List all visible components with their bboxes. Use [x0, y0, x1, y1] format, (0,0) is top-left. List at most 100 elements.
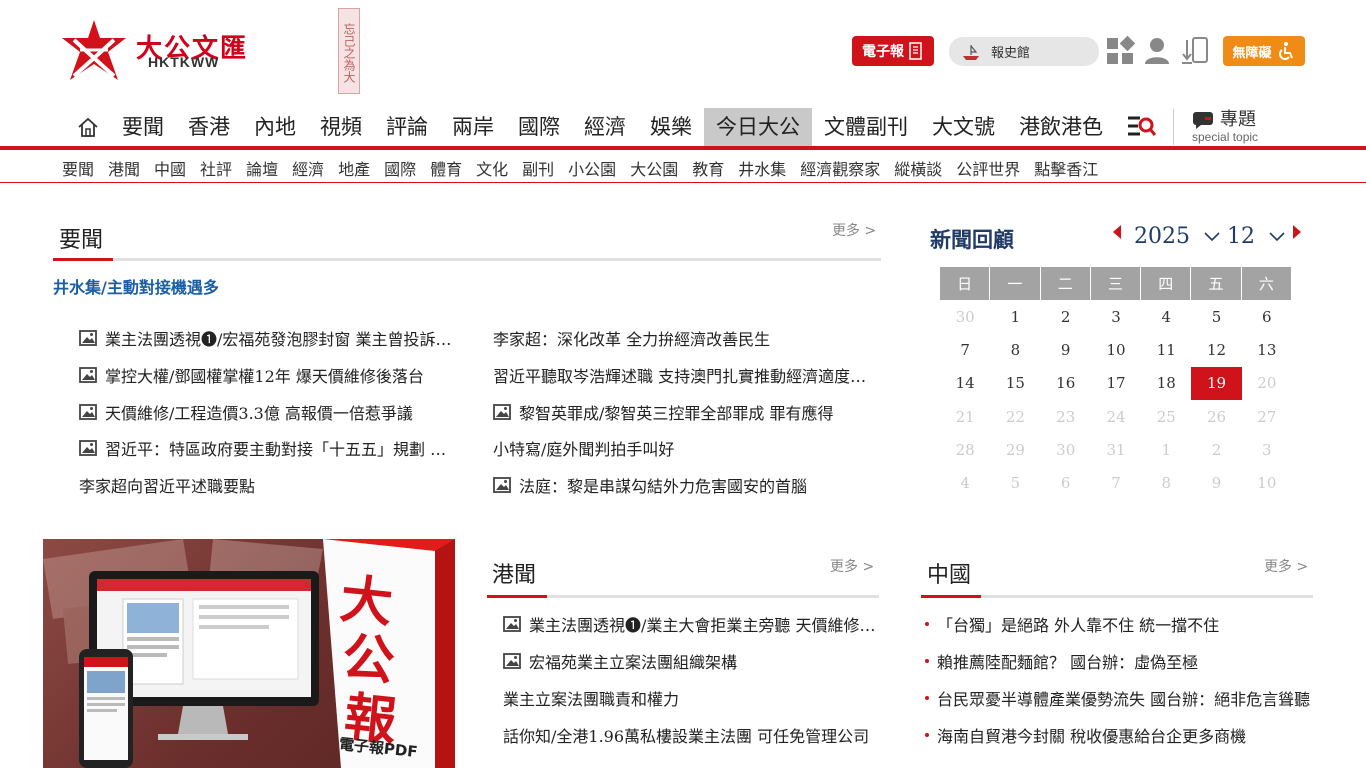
calendar-day: 23 [1056, 407, 1076, 426]
sub-nav-item[interactable]: 副刊 [522, 156, 554, 180]
calendar-year-select[interactable]: 2025 [1134, 224, 1220, 249]
main-nav-item[interactable]: 今日大公 [704, 108, 812, 146]
calendar-grid: 30 1 2 3 4 5 6 7 8 9 10 11 12 13 14 15 16 17 18 19 20 21 22 23 2… [940, 300, 1292, 500]
calendar-day[interactable]: 17 [1091, 367, 1141, 400]
sub-nav-item[interactable]: 點擊香江 [1034, 156, 1098, 180]
sub-nav-item[interactable]: 中國 [154, 156, 186, 180]
main-nav-item[interactable]: 大文號 [920, 108, 1007, 146]
calendar-day[interactable]: 6 [1242, 300, 1292, 333]
app-grid-icon[interactable] [1105, 35, 1136, 66]
news-link[interactable]: 小特寫/庭外聞判拍手叫好 [493, 436, 873, 460]
main-nav-item[interactable]: 內地 [242, 108, 308, 146]
main-nav-item[interactable]: 評論 [374, 108, 440, 146]
calendar-weekday-header: 日一二三四五六 [940, 267, 1292, 300]
calendar-day[interactable]: 16 [1041, 367, 1091, 400]
calendar-day[interactable]: 1 [990, 300, 1040, 333]
sub-nav-item[interactable]: 體育 [430, 156, 462, 180]
news-link[interactable]: 宏福苑業主立案法團組織架構 [503, 649, 877, 673]
sub-nav-item[interactable]: 地產 [338, 156, 370, 180]
news-link[interactable]: 掌控大權/鄧國權掌權12年 爆天價維修後落台 [79, 363, 454, 387]
main-nav-item[interactable]: 要聞 [110, 108, 176, 146]
accessibility-button[interactable]: 無障礙 [1223, 36, 1305, 66]
sub-nav-item[interactable]: 教育 [692, 156, 724, 180]
chevron-down-icon [1204, 231, 1220, 241]
hk-news-more-link[interactable]: 更多 > [830, 556, 874, 576]
featured-headline[interactable]: 井水集/主動對接機遇多 [53, 274, 219, 298]
main-nav-item[interactable]: 經濟 [572, 108, 638, 146]
news-link[interactable]: 習近平聽取岑浩輝述職 支持澳門扎實推動經濟適度… [493, 363, 873, 387]
calendar-day[interactable]: 10 [1091, 333, 1141, 366]
search-menu-icon[interactable] [1119, 108, 1163, 146]
sub-nav-item[interactable]: 小公園 [568, 156, 616, 180]
news-link[interactable]: 天價維修/工程造價3.3億 高報價一倍惹爭議 [79, 400, 454, 424]
home-icon[interactable] [66, 108, 110, 146]
app-download-icon[interactable] [1180, 36, 1210, 66]
main-nav-item[interactable]: 兩岸 [440, 108, 506, 146]
calendar-day: 21 [955, 407, 975, 426]
calendar-day[interactable]: 11 [1141, 333, 1191, 366]
news-link[interactable]: 習近平：特區政府要主動對接「十五五」規劃 … [79, 436, 454, 460]
special-topic-link[interactable]: 專題 special topic [1192, 111, 1258, 144]
calendar-day[interactable]: 8 [990, 333, 1040, 366]
calendar-day[interactable]: 15 [990, 367, 1040, 400]
calendar-next-icon[interactable] [1292, 224, 1302, 240]
chevron-down-icon [1269, 231, 1285, 241]
news-link[interactable]: 賴推薦陸配麵館？ 國台辦：虛偽至極 [925, 649, 1198, 673]
user-icon[interactable] [1142, 36, 1172, 66]
news-link[interactable]: 李家超：深化改革 全力拚經濟改善民生 [493, 326, 873, 350]
headlines-more-link[interactable]: 更多 > [832, 220, 876, 240]
calendar-day-selected[interactable]: 19 [1191, 366, 1242, 400]
epaper-promo-banner[interactable]: 大 公 報 電子報PDF [43, 539, 455, 768]
calendar-day[interactable]: 4 [1141, 300, 1191, 333]
news-link[interactable]: 黎智英罪成/黎智英三控罪全部罪成 罪有應得 [493, 400, 873, 424]
calendar-prev-icon[interactable] [1112, 224, 1122, 240]
calendar-day[interactable]: 2 [1041, 300, 1091, 333]
calendar-day[interactable]: 9 [1041, 333, 1091, 366]
calendar-day[interactable]: 14 [940, 367, 990, 400]
image-icon [79, 330, 97, 346]
main-nav-item[interactable]: 視頻 [308, 108, 374, 146]
sub-nav-item[interactable]: 論壇 [246, 156, 278, 180]
main-nav-item[interactable]: 國際 [506, 108, 572, 146]
calendar-day[interactable]: 13 [1242, 333, 1292, 366]
sub-nav-item[interactable]: 社評 [200, 156, 232, 180]
epaper-button[interactable]: 電子報 [852, 36, 934, 66]
calendar-day: 20 [1257, 374, 1277, 393]
main-nav-item[interactable]: 文體副刊 [812, 108, 920, 146]
news-link[interactable]: 台民眾憂半導體產業優勢流失 國台辦：絕非危言聳聽 [925, 686, 1310, 710]
news-link[interactable]: 業主法團透視❶/業主大會拒業主旁聽 天價維修… [503, 612, 877, 636]
news-link[interactable]: 李家超向習近平述職要點 [79, 473, 454, 497]
news-link[interactable]: 「台獨」是絕路 外人靠不住 統一擋不住 [925, 612, 1219, 636]
calendar-day[interactable]: 7 [940, 333, 990, 366]
history-museum-button[interactable]: 報史館 [949, 37, 1099, 66]
calendar-day[interactable]: 5 [1191, 300, 1241, 333]
main-nav-item[interactable]: 娛樂 [638, 108, 704, 146]
sub-nav-item[interactable]: 公評世界 [956, 156, 1020, 180]
calendar-day[interactable]: 18 [1141, 367, 1191, 400]
calendar-day: 5 [1010, 474, 1021, 493]
news-link[interactable]: 海南自貿港今封關 稅收優惠給台企更多商機 [925, 723, 1246, 747]
main-nav-item[interactable]: 香港 [176, 108, 242, 146]
news-link[interactable]: 業主立案法團職責和權力 [503, 686, 877, 710]
calendar-day[interactable]: 3 [1091, 300, 1141, 333]
sub-nav-item[interactable]: 港聞 [108, 156, 140, 180]
main-nav-item[interactable]: 港飲港色 [1007, 108, 1115, 146]
news-link[interactable]: 業主法團透視❶/宏福苑發泡膠封窗 業主曾投訴… [79, 326, 454, 350]
calendar-day[interactable]: 12 [1191, 333, 1241, 366]
sub-nav-item[interactable]: 要聞 [62, 156, 94, 180]
sub-nav-item[interactable]: 文化 [476, 156, 508, 180]
hk-news-title: 港聞 [492, 563, 537, 588]
calendar-weekday: 二 [1040, 267, 1091, 300]
sub-nav-item[interactable]: 經濟觀察家 [800, 156, 880, 180]
sub-nav-item[interactable]: 縱橫談 [894, 156, 942, 180]
china-news-more-link[interactable]: 更多 > [1264, 556, 1308, 576]
calendar-day: 29 [1005, 440, 1025, 459]
sub-nav-item[interactable]: 國際 [384, 156, 416, 180]
news-link[interactable]: 法庭：黎是串謀勾結外力危害國安的首腦 [493, 473, 873, 497]
news-link[interactable]: 話你知/全港1.96萬私樓設業主法團 可任免管理公司 [503, 723, 877, 747]
sub-nav-item[interactable]: 井水集 [738, 156, 786, 180]
sub-nav-item[interactable]: 大公園 [630, 156, 678, 180]
book-icon [909, 42, 922, 60]
sub-nav-item[interactable]: 經濟 [292, 156, 324, 180]
calendar-month-select[interactable]: 12 [1227, 224, 1285, 249]
